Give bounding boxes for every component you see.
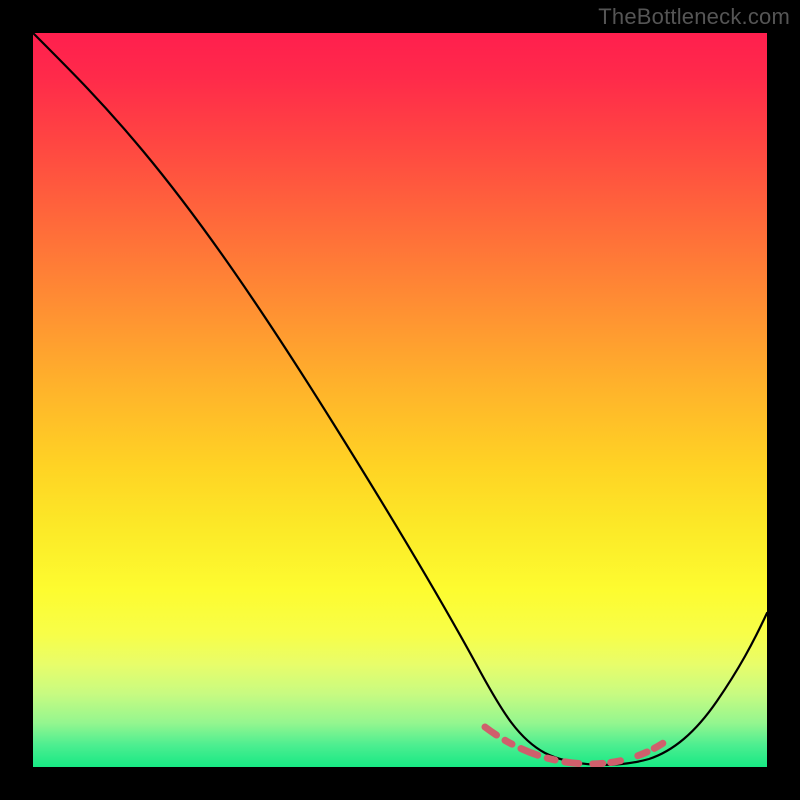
- black-curve: [33, 33, 767, 765]
- chart-frame: TheBottleneck.com: [0, 0, 800, 800]
- red-marker-band: [485, 727, 669, 764]
- plot-area: [33, 33, 767, 767]
- watermark-text: TheBottleneck.com: [598, 4, 790, 30]
- curve-layer: [33, 33, 767, 767]
